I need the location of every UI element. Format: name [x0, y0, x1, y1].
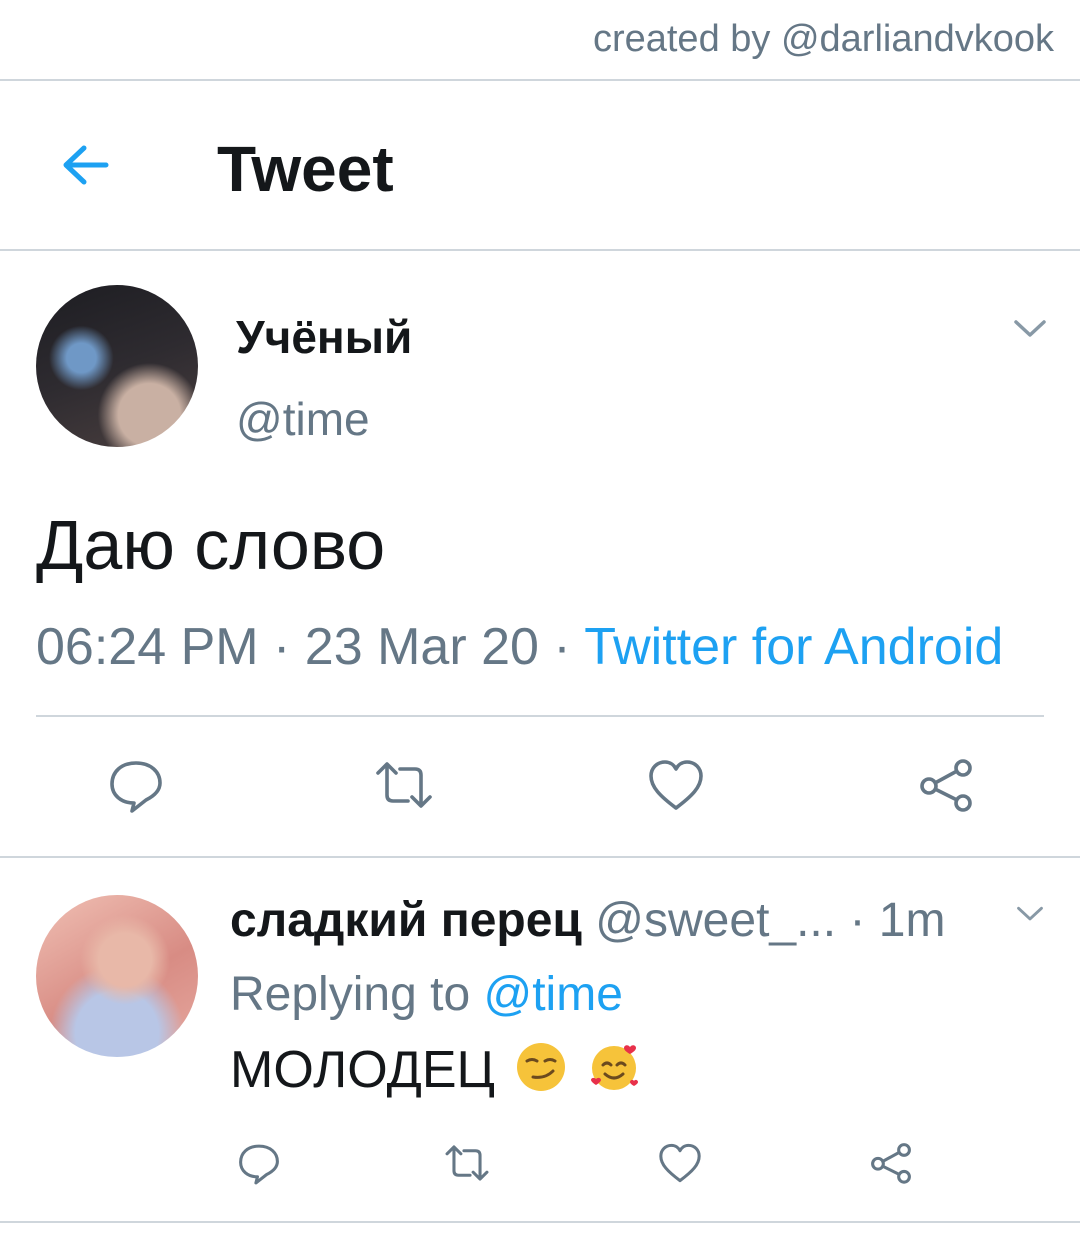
- back-arrow-icon[interactable]: [58, 138, 112, 192]
- replying-to: Replying to @time: [230, 967, 623, 1022]
- like-icon[interactable]: [657, 1140, 703, 1186]
- chevron-down-icon[interactable]: [1016, 905, 1044, 923]
- tweet-source-link[interactable]: Twitter for Android: [584, 618, 1003, 676]
- chevron-down-icon[interactable]: [1013, 318, 1047, 340]
- share-icon[interactable]: [868, 1140, 914, 1186]
- divider: [0, 79, 1080, 81]
- replying-label: Replying to: [230, 968, 471, 1021]
- divider: [36, 715, 1044, 717]
- replying-to-link[interactable]: @time: [483, 968, 622, 1021]
- reply-text-row: МОЛОДЕЦ: [230, 1040, 640, 1100]
- reply-icon[interactable]: [236, 1140, 282, 1186]
- retweet-icon[interactable]: [444, 1140, 490, 1186]
- smirk-emoji: [515, 1041, 567, 1093]
- reply-header: сладкий перец @sweet_... · 1m: [230, 893, 945, 948]
- tweet-time: 06:24 PM: [36, 618, 259, 676]
- divider: [0, 856, 1080, 858]
- divider: [0, 1221, 1080, 1223]
- smiling-face-with-hearts-emoji: [588, 1041, 640, 1093]
- reply-display-name[interactable]: сладкий перец: [230, 894, 582, 947]
- reply-text: МОЛОДЕЦ: [230, 1041, 495, 1099]
- avatar[interactable]: [36, 895, 198, 1057]
- author-handle[interactable]: @time: [236, 392, 370, 446]
- retweet-icon[interactable]: [374, 755, 434, 815]
- separator: ·: [538, 618, 585, 676]
- reply-time: · 1m: [849, 894, 946, 947]
- avatar[interactable]: [36, 285, 198, 447]
- page-title: Tweet: [217, 133, 394, 205]
- separator: ·: [258, 618, 305, 676]
- reply-icon[interactable]: [106, 755, 166, 815]
- credit-watermark: created by @darliandvkook: [592, 18, 1054, 60]
- share-icon[interactable]: [916, 755, 976, 815]
- tweet-meta: 06:24 PM · 23 Mar 20 · Twitter for Andro…: [36, 617, 1003, 677]
- tweet-date: 23 Mar 20: [304, 618, 539, 676]
- reply-handle[interactable]: @sweet_...: [595, 894, 836, 947]
- tweet-text: Даю слово: [36, 506, 386, 584]
- author-display-name[interactable]: Учёный: [236, 310, 412, 364]
- divider: [0, 249, 1080, 251]
- like-icon[interactable]: [646, 755, 706, 815]
